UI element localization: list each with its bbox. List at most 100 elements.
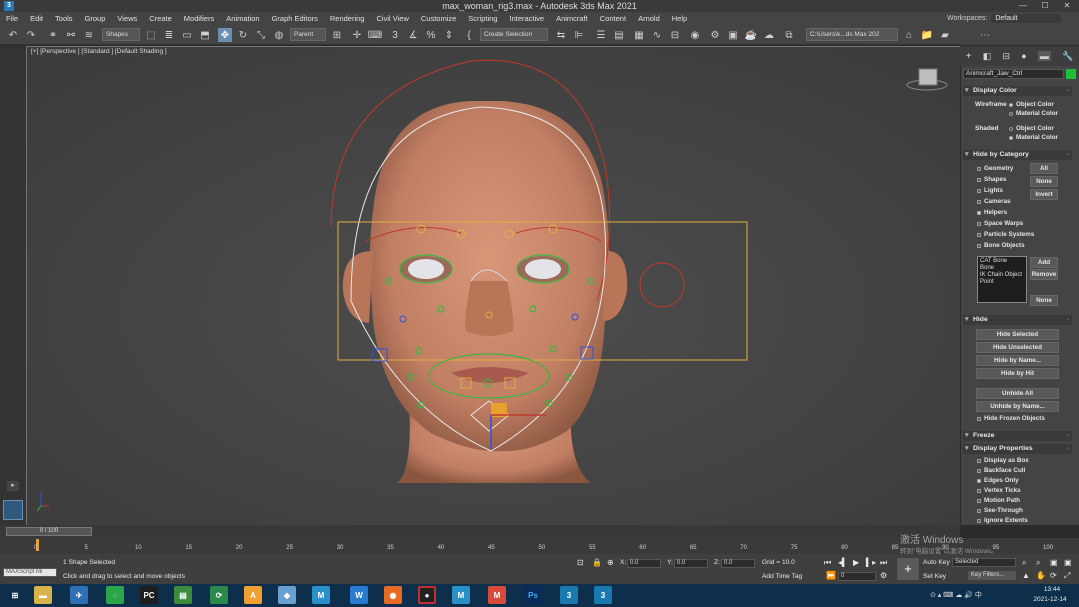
vertex-ticks-checkbox[interactable]: Vertex Ticks	[977, 487, 1021, 494]
render-production-icon[interactable]: ☕	[744, 28, 758, 42]
hide-by-name-button[interactable]: Hide by Name...	[976, 355, 1059, 366]
drive-app-icon[interactable]: ◆	[278, 586, 296, 604]
app-bird-icon[interactable]: ✈	[70, 586, 88, 604]
project-path-dropdown[interactable]: C:\Users\k...ds Max 202	[806, 28, 898, 41]
3dsmax-icon-2[interactable]: 3	[594, 586, 612, 604]
time-config-icon[interactable]: ⚙	[880, 571, 887, 580]
auto-key-button[interactable]: Auto Key	[923, 559, 950, 566]
sync-app-icon[interactable]: ⟳	[210, 586, 228, 604]
category-list[interactable]: CAT Bone Bone IK Chain Object Point	[977, 256, 1027, 303]
select-object-icon[interactable]: ⬚	[144, 28, 158, 42]
bone-objects-checkbox[interactable]: Bone Objects	[977, 242, 1025, 249]
rendered-frame-icon[interactable]: ▣	[726, 28, 740, 42]
project-folder-icon[interactable]: ⌂	[902, 28, 916, 42]
time-slider-thumb[interactable]: 0 / 100	[6, 527, 92, 536]
unhide-all-button[interactable]: Unhide All	[976, 388, 1059, 399]
percent-snap-icon[interactable]: %	[424, 28, 438, 42]
select-by-name-icon[interactable]: ≣	[162, 28, 176, 42]
render-setup-icon[interactable]: ⚙	[708, 28, 722, 42]
recorder-icon[interactable]: ●	[418, 586, 436, 604]
zoom-extents-all-icon[interactable]: ▣	[1064, 558, 1072, 567]
cameras-checkbox[interactable]: Cameras	[977, 198, 1011, 205]
pycharm-icon[interactable]: PC	[140, 586, 158, 604]
hide-frozen-checkbox[interactable]: Hide Frozen Objects	[977, 415, 1045, 422]
geometry-checkbox[interactable]: Geometry	[977, 165, 1013, 172]
isolate-icon[interactable]: ⊡	[577, 558, 584, 567]
window-crossing-icon[interactable]: ⬒	[198, 28, 212, 42]
select-rotate-icon[interactable]: ↻	[236, 28, 250, 42]
zoom-icon[interactable]: ⌕	[1022, 558, 1026, 568]
menu-rendering[interactable]: Rendering	[324, 14, 371, 23]
menu-tools[interactable]: Tools	[49, 14, 79, 23]
helpers-checkbox[interactable]: Helpers	[977, 209, 1007, 216]
key-filters-button[interactable]: Key Filters...	[968, 571, 1016, 580]
reference-coord-dropdown[interactable]: Parent	[290, 28, 326, 41]
object-name-field[interactable]: Animcraft_Jaw_Ctrl	[963, 69, 1064, 79]
maya-icon-1[interactable]: M	[312, 586, 330, 604]
open-file-icon[interactable]: 📁	[920, 28, 934, 42]
autocad-icon[interactable]: A	[244, 586, 262, 604]
clock-date[interactable]: 2021-12-14	[1024, 596, 1076, 603]
firefox-icon[interactable]: ◉	[384, 586, 402, 604]
workspaces-selector[interactable]: Workspaces: Default	[947, 12, 1079, 25]
menu-customize[interactable]: Customize	[415, 14, 462, 23]
select-scale-icon[interactable]: ⤡	[254, 28, 268, 42]
select-move-icon[interactable]: ✥	[218, 28, 232, 42]
viewport-layout-icon[interactable]	[3, 500, 23, 520]
menu-civil-view[interactable]: Civil View	[370, 14, 414, 23]
play-icon[interactable]: ▶	[853, 558, 859, 567]
link-icon[interactable]: ⚭	[46, 28, 60, 42]
set-key-icon[interactable]: +	[897, 558, 919, 580]
ignore-extents-checkbox[interactable]: Ignore Extents	[977, 517, 1028, 524]
lights-checkbox[interactable]: Lights	[977, 187, 1003, 194]
shapes-checkbox[interactable]: Shapes	[977, 176, 1006, 183]
current-frame-field[interactable]: 0	[838, 572, 876, 581]
prev-frame-icon[interactable]: ◂▍	[838, 558, 848, 567]
render-iterative-icon[interactable]: ⧉	[782, 28, 796, 42]
named-selection-dropdown[interactable]: Create Selection	[480, 28, 548, 41]
space-warps-checkbox[interactable]: Space Warps	[977, 220, 1023, 227]
menu-graph-editors[interactable]: Graph Editors	[266, 14, 324, 23]
expand-arrow-icon[interactable]: ▸	[7, 481, 19, 491]
menu-views[interactable]: Views	[111, 14, 143, 23]
backface-cull-checkbox[interactable]: Backface Cull	[977, 467, 1025, 474]
field-of-view-icon[interactable]: ▲	[1022, 571, 1030, 580]
category-remove-button[interactable]: Remove	[1030, 269, 1058, 280]
edit-named-sets-icon[interactable]: {	[462, 28, 476, 42]
hide-by-hit-button[interactable]: Hide by Hit	[976, 368, 1059, 379]
maximize-viewport-icon[interactable]: ⤢	[1064, 571, 1070, 581]
snaps-toggle-icon[interactable]: 3	[388, 28, 402, 42]
toolbar-extra-icon[interactable]: ⋯	[978, 28, 992, 42]
category-all-button[interactable]: All	[1030, 163, 1058, 174]
maximize-icon[interactable]: ☐	[1033, 0, 1057, 12]
close-icon[interactable]: ✕	[1055, 0, 1079, 12]
perspective-viewport[interactable]	[26, 46, 961, 526]
y-coordinate-field[interactable]: 0.0	[674, 559, 708, 568]
maxscript-listener[interactable]: MAXScript Mi	[3, 568, 57, 577]
hide-by-category-rollout[interactable]: Hide by Category	[963, 150, 1072, 160]
mirror-icon[interactable]: ⇆	[554, 28, 568, 42]
modify-tab-icon[interactable]: ◧	[983, 51, 992, 62]
wps-icon[interactable]: W	[350, 586, 368, 604]
hide-rollout[interactable]: Hide	[963, 315, 1072, 325]
maya-icon-2[interactable]: M	[452, 586, 470, 604]
menu-animcraft[interactable]: Animcraft	[550, 14, 594, 23]
freeze-rollout[interactable]: Freeze	[963, 431, 1072, 441]
layer-explorer-icon[interactable]: ▤	[612, 28, 626, 42]
redo-icon[interactable]: ↷	[24, 28, 38, 42]
selection-filter-dropdown[interactable]: Shapes	[102, 28, 140, 41]
utilities-tab-icon[interactable]: 🔧	[1062, 51, 1073, 62]
go-to-end-icon[interactable]: ⏭	[880, 558, 887, 568]
save-file-icon[interactable]: ▰	[938, 28, 952, 42]
zoom-all-icon[interactable]: ⌕	[1036, 558, 1040, 568]
menu-arnold[interactable]: Arnold	[632, 14, 666, 23]
menu-edit[interactable]: Edit	[24, 14, 49, 23]
x-coordinate-field[interactable]: 0.0	[627, 559, 661, 568]
menu-content[interactable]: Content	[594, 14, 632, 23]
add-time-tag[interactable]: Add Time Tag	[762, 573, 802, 580]
shaded-material-color-radio[interactable]: Material Color	[1009, 134, 1058, 141]
pivot-center-icon[interactable]: ⊞	[330, 28, 344, 42]
absolute-mode-icon[interactable]: ⊕	[607, 558, 614, 567]
shaded-object-color-radio[interactable]: Object Color	[1009, 125, 1054, 132]
zoom-extents-icon[interactable]: ▣	[1050, 558, 1058, 567]
